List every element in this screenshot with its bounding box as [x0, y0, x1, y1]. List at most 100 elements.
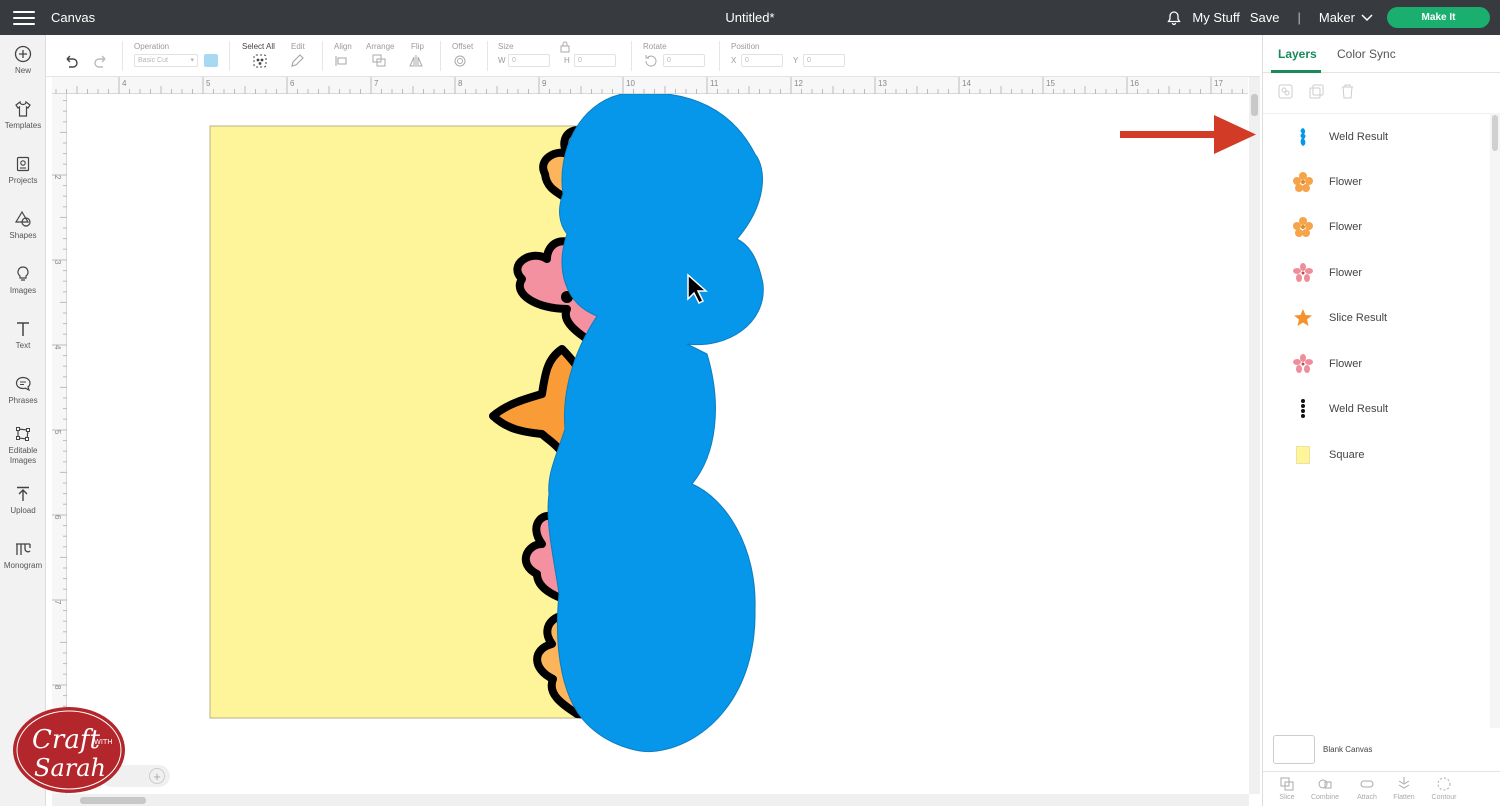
- blank-canvas-row[interactable]: Blank Canvas: [1273, 735, 1372, 764]
- operation-color-swatch[interactable]: [204, 54, 218, 67]
- layers-panel: Layers Color Sync Weld Result Flower Flo…: [1262, 35, 1500, 806]
- divider: |: [1297, 10, 1301, 25]
- layer-list: Weld Result Flower Flower Flower Slice R…: [1263, 113, 1500, 728]
- make-it-button[interactable]: Make It: [1387, 7, 1490, 28]
- offset-label: Offset: [452, 42, 474, 51]
- craft-with-sarah-logo: Craft WITH Sarah: [12, 706, 127, 794]
- operation-select[interactable]: Basic Cut ▾: [134, 54, 198, 67]
- sidebar-item-label: New: [14, 66, 31, 75]
- layer-name: Flower: [1329, 220, 1363, 233]
- layer-name: Slice Result: [1329, 311, 1388, 324]
- ruler-label: 14: [962, 79, 971, 88]
- layer-row[interactable]: Flower: [1263, 250, 1488, 295]
- layer-row[interactable]: Flower: [1263, 341, 1488, 386]
- slice-button[interactable]: Slice: [1267, 776, 1307, 801]
- sidebar-item-phrases[interactable]: Phrases: [0, 375, 46, 406]
- sidebar-item-upload[interactable]: Upload: [0, 485, 46, 516]
- x-input[interactable]: 0: [741, 54, 783, 67]
- ruler-label: 11: [710, 79, 719, 88]
- upload-icon: [17, 486, 29, 501]
- sidebar-item-templates[interactable]: Templates: [0, 100, 46, 131]
- design-canvas[interactable]: [67, 94, 1248, 794]
- sidebar-item-shapes[interactable]: Shapes: [0, 210, 46, 241]
- my-stuff-link[interactable]: My Stuff: [1192, 10, 1239, 25]
- sidebar-item-label: Upload: [10, 506, 36, 515]
- layer-name: Flower: [1329, 357, 1363, 370]
- attach-button[interactable]: Attach: [1347, 776, 1387, 801]
- edit-label: Edit: [291, 42, 305, 51]
- y-input[interactable]: 0: [803, 54, 845, 67]
- ruler-label: 7: [374, 79, 379, 88]
- layer-row[interactable]: Weld Result: [1263, 114, 1488, 159]
- sidebar-item-label: Images: [9, 286, 37, 295]
- toolbar-divider: [122, 41, 123, 71]
- ruler-label: 5: [206, 79, 211, 88]
- layer-row[interactable]: Flower: [1263, 204, 1488, 249]
- sidebar-item-new[interactable]: New: [0, 45, 46, 76]
- arrange-label: Arrange: [366, 42, 395, 51]
- sidebar-item-monogram[interactable]: Monogram: [0, 540, 46, 571]
- sidebar-item-images[interactable]: Images: [0, 265, 46, 296]
- toolbar-divider: [631, 41, 632, 71]
- menu-icon[interactable]: [13, 10, 35, 25]
- sidebar-item-text[interactable]: Text: [0, 320, 46, 351]
- flatten-button[interactable]: Flatten: [1384, 776, 1424, 801]
- rotate-input[interactable]: 0: [663, 54, 705, 67]
- select-all-label: Select All: [242, 42, 275, 51]
- layers-scrollbar[interactable]: [1490, 113, 1500, 728]
- bell-icon[interactable]: [1166, 10, 1182, 26]
- svg-text:WITH: WITH: [94, 738, 113, 746]
- layer-row[interactable]: Weld Result: [1263, 386, 1488, 431]
- flip-icon: [409, 55, 423, 67]
- ruler-label: 8: [53, 685, 62, 690]
- zoom-in-icon[interactable]: +: [149, 768, 165, 784]
- tab-layers[interactable]: Layers: [1278, 47, 1317, 61]
- svg-text:Sarah: Sarah: [34, 754, 106, 782]
- ruler-label: 2: [53, 175, 62, 180]
- weld-result-blue-layer[interactable]: [547, 94, 764, 753]
- flower-icon: [1293, 353, 1313, 373]
- sidebar-item-editable-images[interactable]: Editable Images: [0, 425, 46, 466]
- save-button[interactable]: Save: [1250, 10, 1280, 25]
- horizontal-scroll-thumb[interactable]: [80, 797, 146, 804]
- horizontal-scrollbar[interactable]: [52, 794, 1249, 806]
- group-icon[interactable]: [1277, 83, 1294, 100]
- redo-icon[interactable]: [93, 53, 109, 69]
- slice-icon: [1280, 777, 1294, 791]
- edit-toolbar: Operation Basic Cut ▾ Select All Edit Ali…: [46, 35, 1260, 77]
- lock-icon[interactable]: [560, 41, 570, 53]
- duplicate-icon[interactable]: [1308, 83, 1325, 100]
- width-input[interactable]: 0: [508, 54, 550, 67]
- sidebar-item-label: Phrases: [8, 396, 38, 405]
- vertical-scrollbar[interactable]: [1249, 77, 1260, 794]
- sidebar-item-projects[interactable]: Projects: [0, 155, 46, 186]
- layer-actions: [1277, 83, 1356, 100]
- undo-icon[interactable]: [63, 53, 79, 69]
- sidebar-item-label: Templates: [4, 121, 42, 130]
- rotate-label: Rotate: [643, 42, 667, 51]
- trash-icon[interactable]: [1339, 83, 1356, 100]
- size-label: Size: [498, 42, 514, 51]
- combine-icon: [1318, 779, 1332, 789]
- layer-row[interactable]: Square: [1263, 432, 1488, 477]
- select-all-icon: [253, 54, 267, 68]
- tab-color-sync[interactable]: Color Sync: [1337, 47, 1396, 61]
- star-flower-icon: [1294, 308, 1312, 326]
- height-input[interactable]: 0: [574, 54, 616, 67]
- sidebar-item-label: Shapes: [9, 231, 37, 240]
- layer-row[interactable]: Slice Result: [1263, 295, 1488, 340]
- editable-images-icon: [16, 427, 30, 441]
- layer-row[interactable]: Flower: [1263, 159, 1488, 204]
- contour-button[interactable]: Contour: [1424, 776, 1464, 801]
- pencil-icon: [291, 54, 304, 67]
- combine-button[interactable]: Combine: [1305, 776, 1345, 801]
- left-ruler-ticks: 2 3 4 5 6 7 8: [52, 100, 67, 760]
- blue-weld-icon: [1300, 127, 1306, 146]
- toolbar-divider: [322, 41, 323, 71]
- blank-canvas-swatch[interactable]: [1273, 735, 1315, 764]
- layers-scroll-thumb[interactable]: [1492, 115, 1498, 151]
- flower-icon: [1293, 171, 1313, 192]
- machine-select[interactable]: Maker: [1319, 10, 1373, 25]
- contour-icon: [1437, 777, 1451, 791]
- ruler-label: 4: [122, 79, 127, 88]
